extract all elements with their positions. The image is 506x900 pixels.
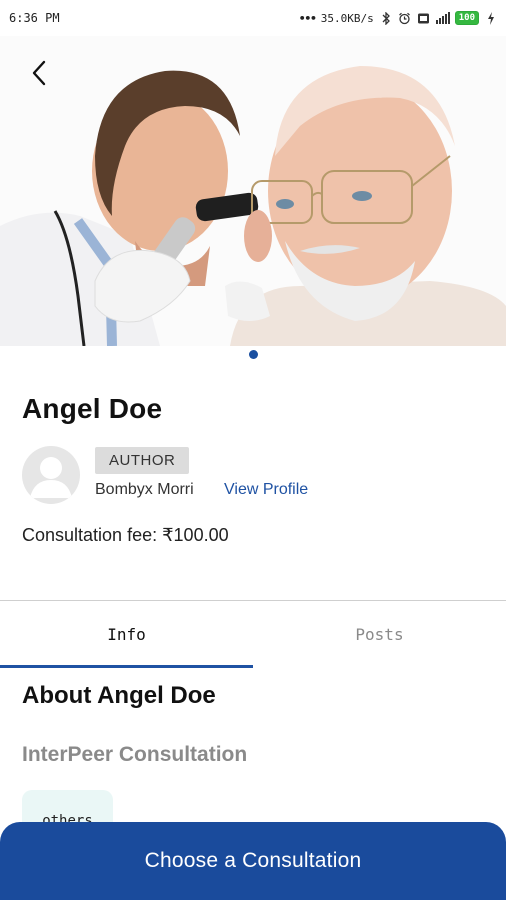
avatar[interactable] [22, 446, 80, 504]
bluetooth-icon [379, 11, 393, 25]
about-heading: About Angel Doe [22, 682, 216, 709]
status-icons: ••• 35.0KB/s 100 [299, 11, 498, 25]
view-profile-link[interactable]: View Profile [224, 481, 308, 499]
status-time: 6:36 PM [9, 11, 60, 25]
consultation-type: InterPeer Consultation [22, 743, 248, 766]
tab-info[interactable]: Info [0, 601, 253, 668]
status-bar: 6:36 PM ••• 35.0KB/s 100 [0, 0, 506, 36]
signal-icon [435, 12, 450, 24]
network-speed: 35.0KB/s [320, 11, 374, 25]
tab-bar: Info Posts [0, 601, 506, 668]
carousel-dot-active[interactable] [248, 349, 258, 359]
consultation-fee: Consultation fee: ₹100.00 [22, 525, 229, 545]
dots-icon: ••• [298, 11, 317, 25]
tab-posts[interactable]: Posts [253, 601, 506, 668]
back-button[interactable] [22, 56, 56, 90]
doctor-name: Angel Doe [22, 393, 163, 424]
chevron-left-icon [32, 60, 46, 86]
choose-consultation-button[interactable]: Choose a Consultation [0, 822, 506, 900]
hero-image [0, 36, 506, 346]
alarm-icon [398, 11, 412, 25]
doctor-ear-exam-photo [0, 36, 506, 346]
author-name: Bombyx Morri [95, 481, 194, 498]
user-placeholder-icon [30, 457, 72, 498]
sim-icon [417, 11, 431, 25]
role-badge: AUTHOR [95, 447, 190, 474]
battery-icon: 100 [454, 11, 479, 25]
carousel-indicator [0, 349, 506, 359]
charging-icon [484, 11, 498, 25]
